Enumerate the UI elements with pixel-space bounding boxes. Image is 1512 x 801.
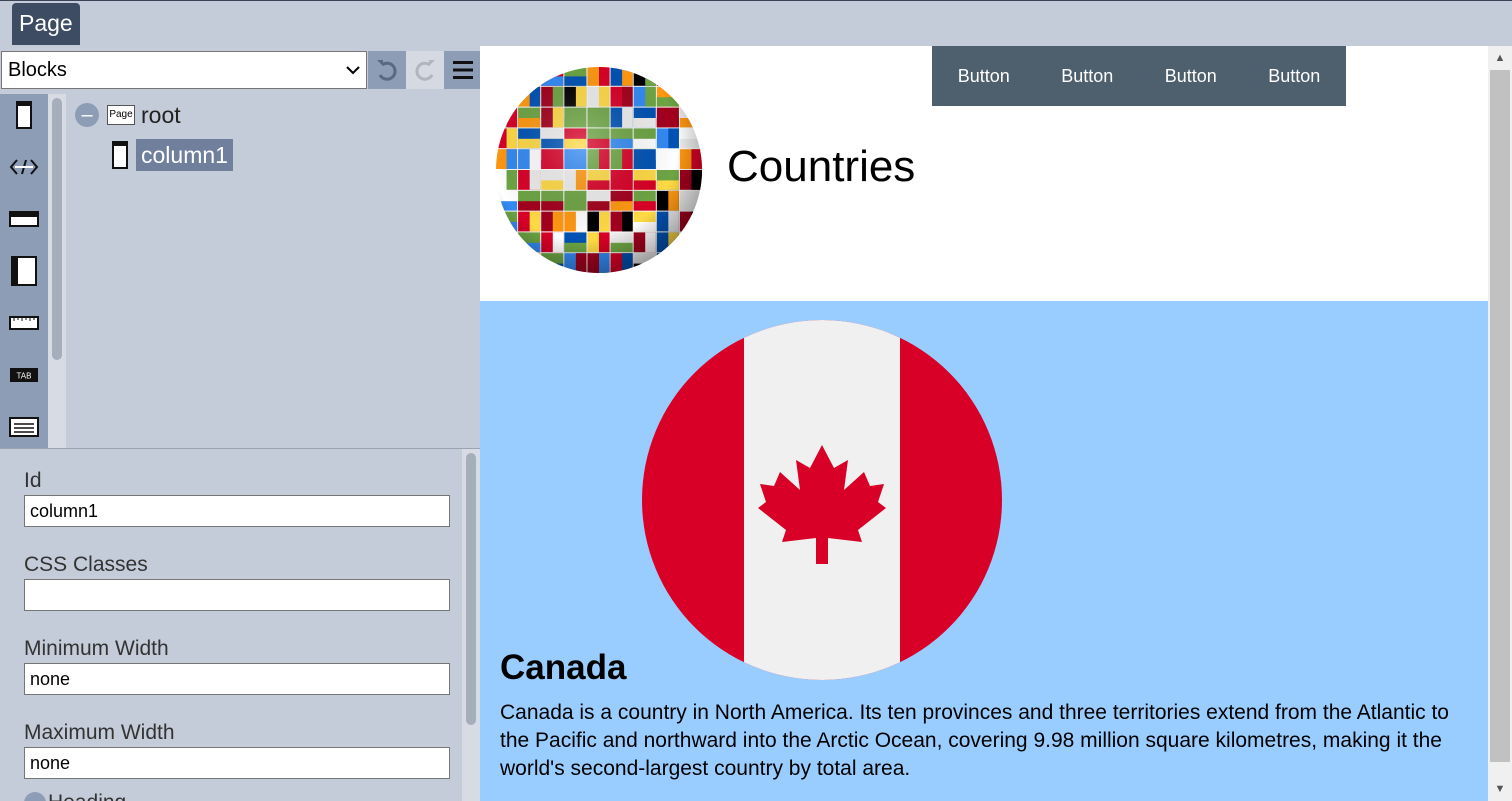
scroll-up-arrow-icon[interactable]: ▲ bbox=[1488, 48, 1512, 68]
block-type-select-value: Blocks bbox=[8, 59, 67, 81]
nav-button-3[interactable]: Button bbox=[1139, 46, 1243, 106]
properties-scrollbar[interactable] bbox=[462, 449, 480, 801]
tab-block-icon: TAB bbox=[10, 368, 38, 382]
tree-node-root-label: root bbox=[141, 101, 181, 128]
list-block-button[interactable] bbox=[7, 410, 41, 444]
flag-tile bbox=[496, 253, 518, 273]
tree-node-root[interactable]: – Page root bbox=[75, 100, 181, 130]
ruler-block-icon bbox=[9, 316, 39, 330]
scroll-down-arrow-icon[interactable]: ▼ bbox=[1488, 779, 1512, 799]
html-block-button[interactable] bbox=[7, 150, 41, 184]
column-block-button[interactable] bbox=[7, 98, 41, 132]
flag-tile bbox=[679, 86, 702, 107]
flag-tile bbox=[496, 232, 518, 253]
palette-scrollbar[interactable] bbox=[48, 94, 66, 448]
minimum-width-label: Minimum Width bbox=[24, 637, 169, 660]
canada-flag-image bbox=[642, 320, 1002, 680]
tab-block-glyph: TAB bbox=[17, 372, 32, 381]
page-title: Countries bbox=[727, 142, 916, 191]
nav-button-1[interactable]: Button bbox=[932, 46, 1036, 106]
nav-button-4[interactable]: Button bbox=[1243, 46, 1347, 106]
id-input[interactable]: column1 bbox=[24, 495, 450, 527]
column-block-icon bbox=[16, 101, 32, 129]
css-classes-label: CSS Classes bbox=[24, 553, 148, 576]
column-block-icon bbox=[112, 141, 128, 169]
flag-tile bbox=[496, 67, 518, 86]
flag-tile-stripe bbox=[679, 242, 702, 253]
flag-tile-stripe bbox=[679, 76, 702, 86]
list-block-icon bbox=[9, 417, 39, 437]
maximum-width-input[interactable]: none bbox=[24, 747, 450, 779]
tab-block-button[interactable]: TAB bbox=[7, 358, 41, 392]
block-palette: TAB bbox=[0, 94, 48, 448]
block-tree: – Page root column1 bbox=[66, 94, 480, 448]
flag-tile-stripe bbox=[518, 263, 541, 273]
block-type-select[interactable]: Blocks bbox=[1, 51, 367, 89]
page-icon: Page bbox=[107, 105, 135, 125]
sidebar-block-icon bbox=[11, 256, 37, 286]
flag-tile-stripe bbox=[518, 76, 541, 86]
top-bar: Page bbox=[0, 0, 1512, 46]
editor-panel: Blocks TAB – Page root column1 Id column… bbox=[0, 46, 482, 801]
preview-scrollbar[interactable]: ▲ ▼ bbox=[1488, 46, 1512, 801]
flag-globe-image bbox=[496, 67, 702, 273]
maximum-width-label: Maximum Width bbox=[24, 721, 175, 744]
expand-icon bbox=[24, 792, 46, 801]
preview-header: Countries Button Button Button Button bbox=[480, 46, 1488, 301]
nav-button-2[interactable]: Button bbox=[1036, 46, 1140, 106]
page-preview: Countries Button Button Button Button Ca… bbox=[480, 46, 1512, 801]
sidebar-block-button[interactable] bbox=[7, 254, 41, 288]
editor-toolbar: Blocks bbox=[0, 46, 482, 94]
flag-tile bbox=[656, 67, 679, 86]
properties-panel: Id column1 CSS Classes Minimum Width non… bbox=[0, 448, 480, 801]
flag-tile-stripe bbox=[691, 86, 702, 107]
country-description: Canada is a country in North America. It… bbox=[500, 701, 1449, 780]
undo-icon bbox=[377, 60, 397, 81]
flag-tile-stripe bbox=[506, 253, 518, 273]
minimum-width-input[interactable]: none bbox=[24, 663, 450, 695]
row-block-icon bbox=[9, 211, 39, 227]
ruler-block-button[interactable] bbox=[7, 306, 41, 340]
flag-tile-stripe bbox=[679, 263, 702, 273]
flag-tile-stripe bbox=[691, 211, 702, 232]
flag-tile bbox=[518, 67, 541, 86]
chevron-down-icon bbox=[346, 52, 360, 100]
collapse-icon[interactable]: – bbox=[75, 103, 99, 127]
id-label: Id bbox=[24, 469, 42, 492]
heading-section-toggle[interactable]: Heading bbox=[24, 791, 126, 801]
flag-tile bbox=[656, 253, 679, 273]
tree-node-column1-label: column1 bbox=[136, 139, 233, 171]
country-heading: Canada bbox=[500, 648, 627, 687]
preview-scrollbar-thumb[interactable] bbox=[1490, 70, 1510, 762]
html-block-icon bbox=[9, 159, 39, 175]
flag-tile bbox=[679, 67, 702, 86]
undo-button[interactable] bbox=[368, 51, 406, 89]
css-classes-input[interactable] bbox=[24, 579, 450, 611]
flag-tile bbox=[496, 86, 518, 107]
flag-tile bbox=[679, 253, 702, 273]
menu-button[interactable] bbox=[444, 51, 482, 89]
row-block-button[interactable] bbox=[7, 202, 41, 236]
flag-tile-stripe bbox=[506, 67, 518, 86]
flag-tile bbox=[679, 232, 702, 253]
country-section: Canada Canada is a country in North Amer… bbox=[480, 301, 1488, 801]
flag-tile-stripe bbox=[506, 232, 518, 253]
heading-section-label: Heading bbox=[48, 791, 126, 801]
hamburger-menu-icon bbox=[453, 61, 473, 79]
redo-icon bbox=[415, 60, 435, 81]
tree-node-column1[interactable]: column1 bbox=[112, 139, 233, 171]
redo-button[interactable] bbox=[406, 51, 444, 89]
flag-tile-stripe bbox=[496, 97, 518, 107]
flag-tile-stripe bbox=[656, 76, 679, 86]
page-tab[interactable]: Page bbox=[12, 3, 80, 45]
nav-bar: Button Button Button Button bbox=[932, 46, 1346, 106]
flag-tile bbox=[518, 253, 541, 273]
flag-tile-stripe bbox=[668, 253, 679, 273]
